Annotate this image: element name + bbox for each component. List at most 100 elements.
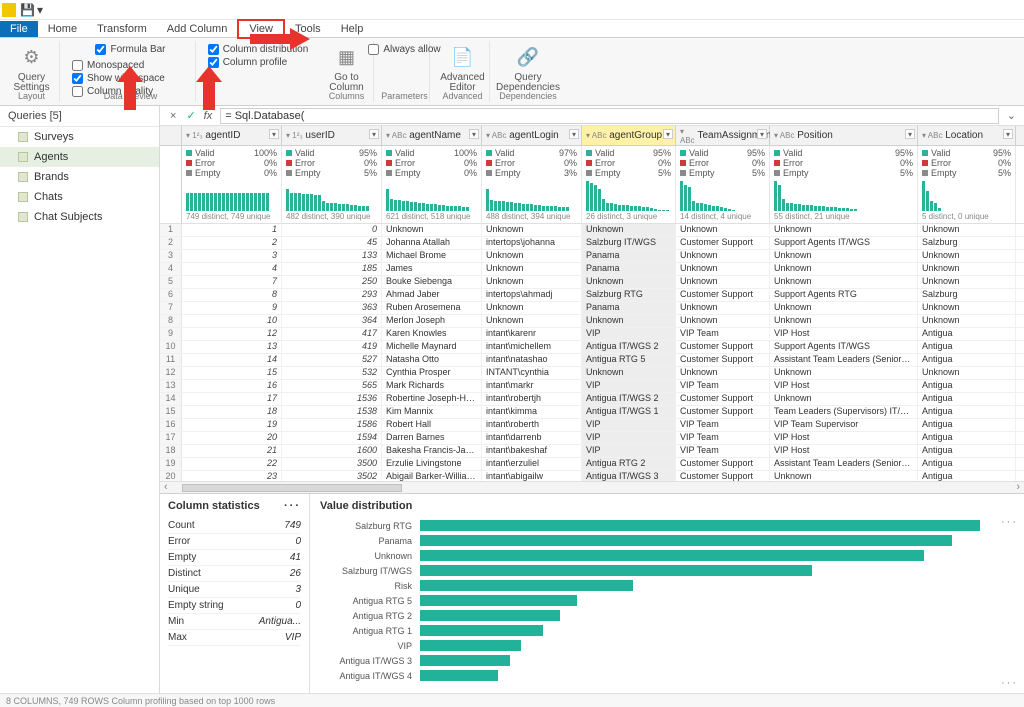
query-item-agents[interactable]: Agents bbox=[0, 147, 159, 167]
query-item-brands[interactable]: Brands bbox=[0, 167, 159, 187]
cell: intant\robertjh bbox=[482, 393, 582, 405]
scroll-right-icon[interactable]: › bbox=[1016, 481, 1020, 493]
table-row[interactable]: 20233502Abigail Barker-Williamsintant\ab… bbox=[160, 471, 1024, 481]
table-row[interactable]: 68293Ahmad Jaberintertops\ahmadjSalzburg… bbox=[160, 289, 1024, 302]
menu-file[interactable]: File bbox=[0, 21, 38, 37]
table-row[interactable]: 912417Karen Knowlesintant\karenrVIPVIP T… bbox=[160, 328, 1024, 341]
filter-dropdown-icon[interactable]: ▾ bbox=[757, 129, 767, 139]
table-row[interactable]: 44185JamesUnknownPanamaUnknownUnknownUnk… bbox=[160, 263, 1024, 276]
dist-more-icon[interactable]: ··· bbox=[1001, 516, 1018, 528]
value-distribution-pane: Value distribution Salzburg RTGPanamaUnk… bbox=[310, 494, 1024, 693]
cell: 1594 bbox=[282, 432, 382, 444]
cell: 1586 bbox=[282, 419, 382, 431]
table-row[interactable]: 17201594Darren Barnesintant\darrenbVIPVI… bbox=[160, 432, 1024, 445]
table-row[interactable]: 2245Johanna Atallahintertops\johannaSalz… bbox=[160, 237, 1024, 250]
scroll-left-icon[interactable]: ‹ bbox=[164, 481, 168, 493]
scroll-thumb[interactable] bbox=[182, 484, 402, 492]
filter-dropdown-icon[interactable]: ▾ bbox=[663, 129, 673, 139]
cell: 1538 bbox=[282, 406, 382, 418]
column-header-teamassignment[interactable]: ▾ ABc TeamAssignment▾ bbox=[676, 126, 770, 145]
formula-input[interactable]: = Sql.Database( bbox=[220, 108, 999, 124]
table-row[interactable]: 57250Bouke SiebengaUnknownUnknownUnknown… bbox=[160, 276, 1024, 289]
menu-tools[interactable]: Tools bbox=[285, 21, 331, 37]
go-to-column-button[interactable]: ▦ Go to Column bbox=[323, 41, 369, 95]
filter-dropdown-icon[interactable]: ▾ bbox=[1003, 129, 1013, 139]
cell: 18 bbox=[182, 406, 282, 418]
cell: intertops\johanna bbox=[482, 237, 582, 249]
filter-dropdown-icon[interactable]: ▾ bbox=[905, 129, 915, 139]
column-header-agentname[interactable]: ▾ ABc agentName▾ bbox=[382, 126, 482, 145]
query-item-surveys[interactable]: Surveys bbox=[0, 127, 159, 147]
query-item-chat-subjects[interactable]: Chat Subjects bbox=[0, 207, 159, 227]
menu-home[interactable]: Home bbox=[38, 21, 87, 37]
chk-monospaced[interactable]: Monospaced bbox=[72, 59, 165, 72]
table-row[interactable]: 1114527Natasha Ottointant\natashaoAntigu… bbox=[160, 354, 1024, 367]
check-icon[interactable]: ✓ bbox=[186, 109, 195, 122]
dropdown-icon[interactable]: ⌄ bbox=[1003, 109, 1020, 122]
chk-show-whitespace[interactable]: Show whitespace bbox=[72, 72, 165, 85]
query-dependencies-button[interactable]: 🔗 Query Dependencies bbox=[490, 41, 566, 95]
cell: VIP bbox=[582, 419, 676, 431]
filter-dropdown-icon[interactable]: ▾ bbox=[269, 129, 279, 139]
column-header-agentgroup[interactable]: ▾ ABc agentGroup▾ bbox=[582, 126, 676, 145]
cell: Antigua IT/WGS 2 bbox=[582, 341, 676, 353]
column-header-agentlogin[interactable]: ▾ ABc agentLogin▾ bbox=[482, 126, 582, 145]
cell: 16 bbox=[182, 380, 282, 392]
table-corner[interactable] bbox=[160, 126, 182, 145]
table-row[interactable]: 810364Merlon JosephUnknownUnknownUnknown… bbox=[160, 315, 1024, 328]
cell: intant\darrenb bbox=[482, 432, 582, 444]
column-header-position[interactable]: ▾ ABc Position▾ bbox=[770, 126, 918, 145]
cell: 250 bbox=[282, 276, 382, 288]
data-grid[interactable]: 110UnknownUnknownUnknownUnknownUnknownUn… bbox=[160, 224, 1024, 481]
column-header-userid[interactable]: ▾ 1²₃ userID▾ bbox=[282, 126, 382, 145]
dist-row: VIP bbox=[320, 638, 1014, 653]
query-item-chats[interactable]: Chats bbox=[0, 187, 159, 207]
table-row[interactable]: 1316565Mark Richardsintant\markrVIPVIP T… bbox=[160, 380, 1024, 393]
ribbon: ⚙ Query Settings Layout Formula Bar Mono… bbox=[0, 38, 1024, 106]
cell: Bouke Siebenga bbox=[382, 276, 482, 288]
cell: VIP Team bbox=[676, 328, 770, 340]
table-row[interactable]: 18211600Bakesha Francis-Jamesintant\bake… bbox=[160, 445, 1024, 458]
save-icon[interactable]: 💾 bbox=[20, 3, 35, 17]
cell: Antigua bbox=[918, 354, 1016, 366]
menu-help[interactable]: Help bbox=[331, 21, 374, 37]
menu-view[interactable]: View bbox=[237, 19, 285, 39]
table-row[interactable]: 1013419Michelle Maynardintant\michellemA… bbox=[160, 341, 1024, 354]
menu-add-column[interactable]: Add Column bbox=[157, 21, 238, 37]
chk-always-allow[interactable]: Always allow bbox=[368, 41, 440, 56]
filter-dropdown-icon[interactable]: ▾ bbox=[569, 129, 579, 139]
table-row[interactable]: 1215532Cynthia ProsperINTANT\cynthiaUnkn… bbox=[160, 367, 1024, 380]
group-layout-label: Layout bbox=[4, 91, 59, 101]
column-header-agentid[interactable]: ▾ 1²₃ agentID▾ bbox=[182, 126, 282, 145]
horizontal-scrollbar[interactable]: › ‹ bbox=[160, 481, 1024, 493]
filter-dropdown-icon[interactable]: ▾ bbox=[369, 129, 379, 139]
chk-formula-bar[interactable]: Formula Bar bbox=[95, 43, 165, 56]
filter-dropdown-icon[interactable]: ▾ bbox=[469, 129, 479, 139]
cell: Customer Support bbox=[676, 237, 770, 249]
table-row[interactable]: 14171536Robertine Joseph-Henryintant\rob… bbox=[160, 393, 1024, 406]
type-icon: ▾ ABc bbox=[586, 131, 606, 140]
close-icon[interactable]: × bbox=[164, 110, 182, 122]
column-header-location[interactable]: ▾ ABc Location▾ bbox=[918, 126, 1016, 145]
table-row[interactable]: 33133Michael BromeUnknownPanamaUnknownUn… bbox=[160, 250, 1024, 263]
chk-column-profile[interactable]: Column profile bbox=[208, 56, 309, 69]
table-row[interactable]: 15181538Kim Mannixintant\kimmaAntigua IT… bbox=[160, 406, 1024, 419]
cell: Unknown bbox=[770, 302, 918, 314]
cell: Unknown bbox=[918, 315, 1016, 327]
dist-more-icon-2[interactable]: ··· bbox=[1001, 677, 1018, 689]
cell: Kim Mannix bbox=[382, 406, 482, 418]
stat-row: Count749 bbox=[168, 518, 301, 534]
table-row[interactable]: 19223500Erzulie Livingstoneintant\erzuli… bbox=[160, 458, 1024, 471]
table-row[interactable]: 79363Ruben ArosemenaUnknownPanamaUnknown… bbox=[160, 302, 1024, 315]
profile-cell: Valid97%Error0%Empty3%488 distinct, 394 … bbox=[482, 146, 582, 223]
menu-transform[interactable]: Transform bbox=[87, 21, 157, 37]
table-row[interactable]: 110UnknownUnknownUnknownUnknownUnknownUn… bbox=[160, 224, 1024, 237]
row-number: 7 bbox=[160, 302, 182, 314]
advanced-editor-button[interactable]: 📄 Advanced Editor bbox=[434, 41, 490, 95]
chk-column-distribution[interactable]: Column distribution bbox=[208, 43, 309, 56]
cell: Unknown bbox=[770, 250, 918, 262]
dist-row: Antigua RTG 5 bbox=[320, 593, 1014, 608]
query-settings-button[interactable]: ⚙ Query Settings bbox=[7, 41, 55, 95]
more-icon[interactable]: ··· bbox=[284, 500, 301, 512]
table-row[interactable]: 16191586Robert Hallintant\roberthVIPVIP … bbox=[160, 419, 1024, 432]
